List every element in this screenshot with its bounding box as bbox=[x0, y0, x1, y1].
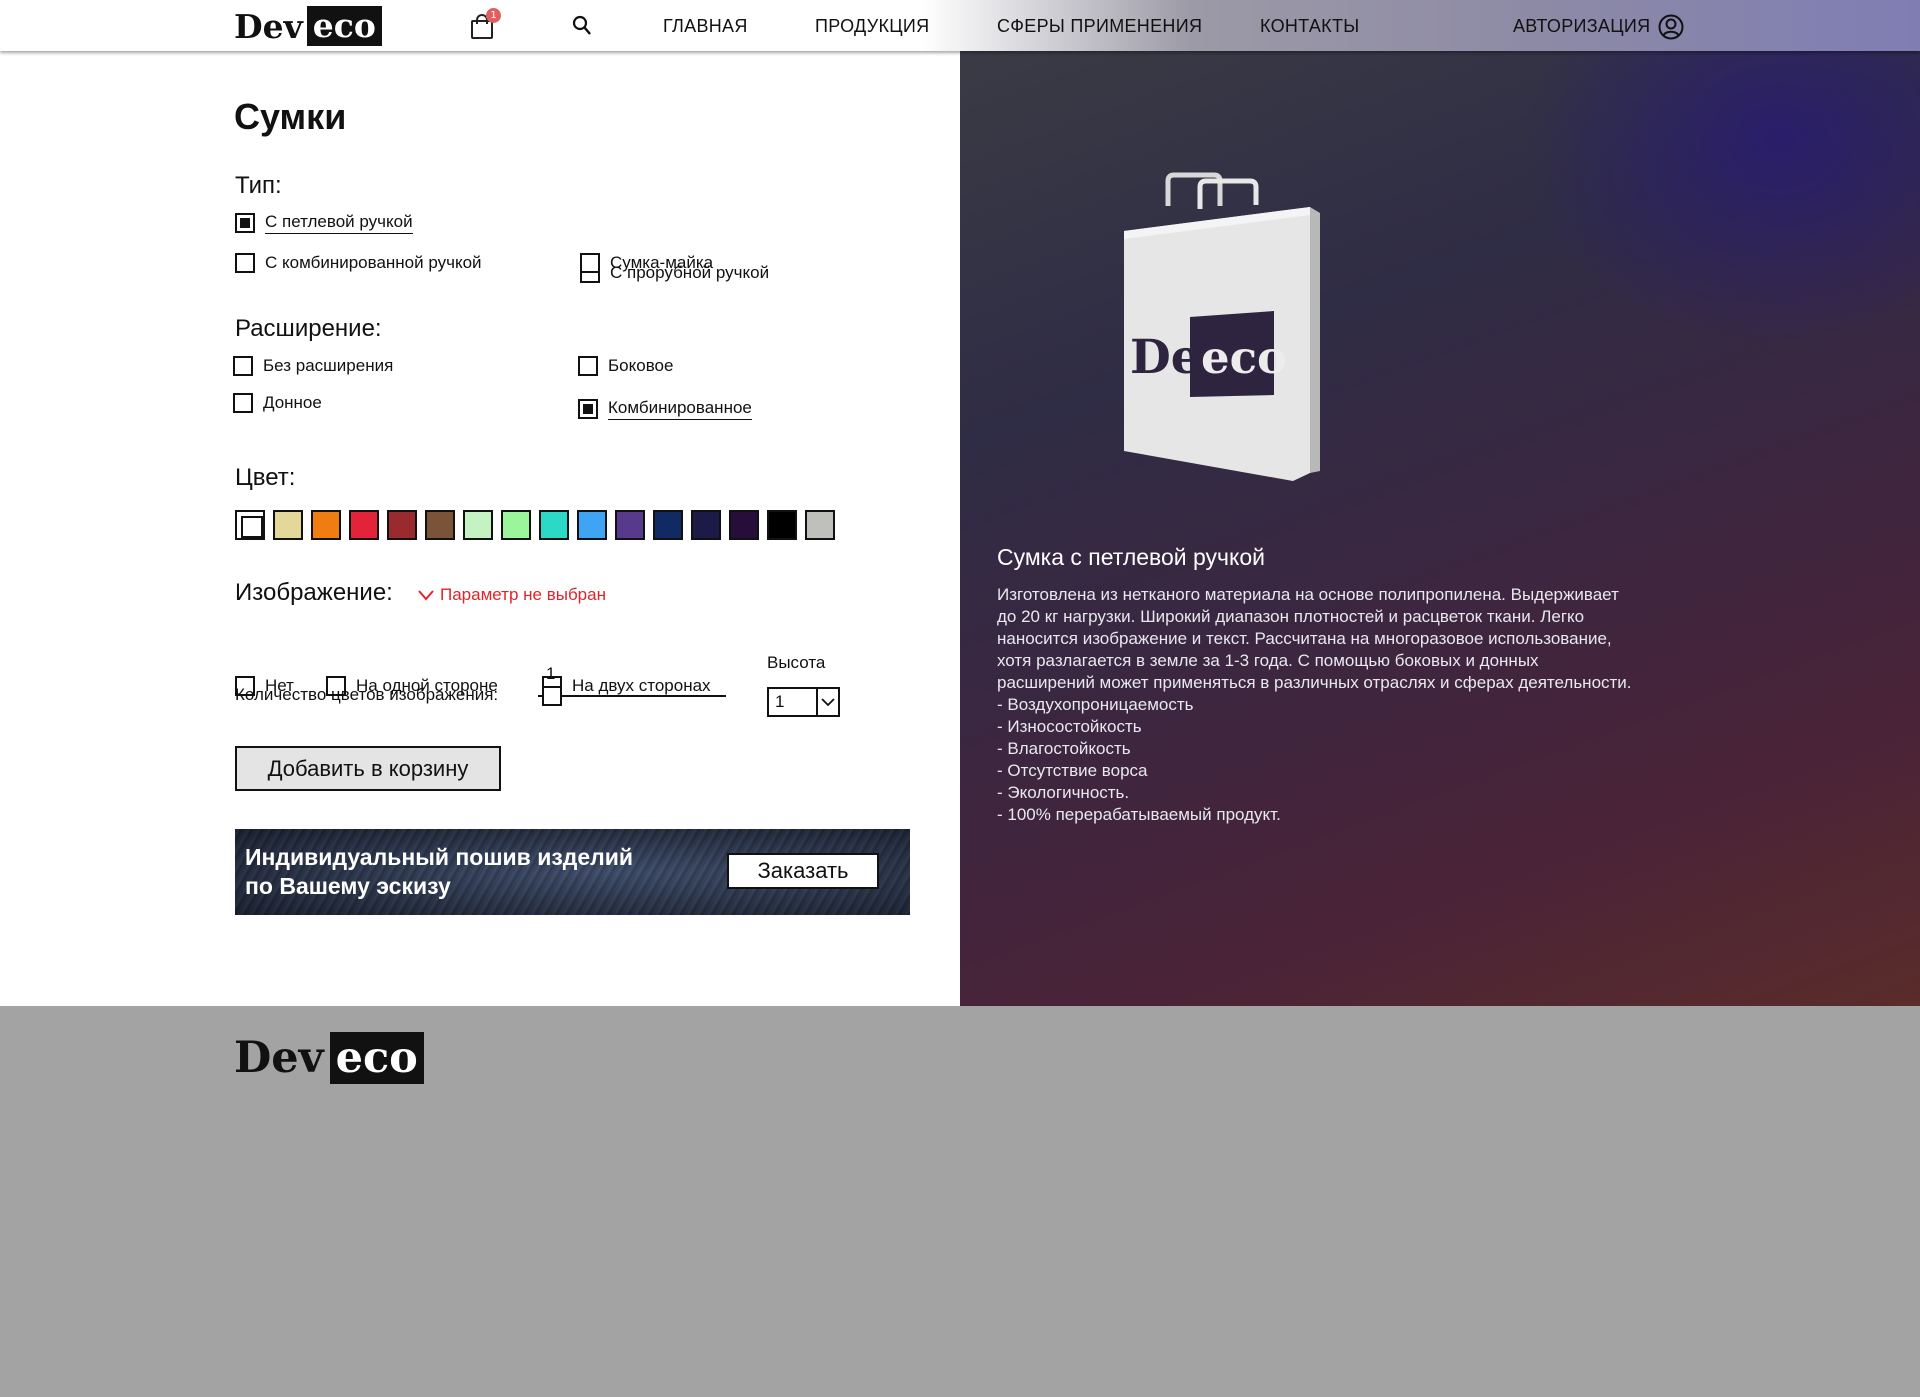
colors-count-slider-track[interactable] bbox=[538, 695, 726, 697]
expansion-option-none[interactable]: Без расширения bbox=[233, 356, 393, 376]
page-title: Сумки bbox=[234, 96, 347, 137]
color-swatch[interactable] bbox=[235, 510, 265, 540]
height-label: Высота bbox=[767, 653, 826, 672]
feature-item: - Отсутствие ворса bbox=[997, 761, 1148, 780]
feature-item: - Экологичность. bbox=[997, 783, 1130, 802]
color-swatch[interactable] bbox=[425, 510, 455, 540]
nav-home[interactable]: ГЛАВНАЯ bbox=[663, 16, 748, 37]
checkbox[interactable] bbox=[235, 213, 255, 233]
checkbox[interactable] bbox=[235, 253, 255, 273]
colors-count-label: Количество цветов изображения: bbox=[235, 685, 499, 704]
color-swatch[interactable] bbox=[615, 510, 645, 540]
checkbox[interactable] bbox=[578, 399, 598, 419]
color-swatch[interactable] bbox=[387, 510, 417, 540]
type-option-combined-handle[interactable]: С комбинированной ручкой bbox=[235, 253, 482, 273]
product-description: Изготовлена из нетканого материала на ос… bbox=[997, 584, 1637, 826]
add-to-cart-button[interactable]: Добавить в корзину bbox=[235, 746, 501, 791]
chevron-down-icon bbox=[418, 590, 434, 601]
type-option-loop-handle[interactable]: С петлевой ручкой bbox=[235, 212, 413, 234]
color-swatch[interactable] bbox=[539, 510, 569, 540]
logo-dev: Dev bbox=[234, 6, 303, 46]
bag-image: Dev eco bbox=[1124, 172, 1320, 481]
logo-dev: Dev bbox=[234, 1033, 324, 1083]
search-icon[interactable] bbox=[572, 15, 592, 37]
checkbox[interactable] bbox=[578, 356, 598, 376]
color-swatch[interactable] bbox=[273, 510, 303, 540]
expansion-label: Расширение: bbox=[235, 315, 382, 342]
expansion-option-bottom[interactable]: Донное bbox=[233, 393, 322, 413]
image-option-two-sides[interactable]: На двух сторонах bbox=[542, 676, 711, 696]
checkbox[interactable] bbox=[233, 393, 253, 413]
header: Dev eco 1 ГЛАВНАЯ ПРОДУКЦИЯ СФЕРЫ ПРИМЕН… bbox=[0, 0, 1920, 51]
cart-icon[interactable]: 1 bbox=[470, 8, 501, 40]
order-button[interactable]: Заказать bbox=[727, 853, 879, 889]
colors-count-value: 1 bbox=[546, 664, 556, 683]
feature-item: - 100% перерабатываемый продукт. bbox=[997, 805, 1281, 824]
logo[interactable]: Dev eco bbox=[234, 6, 382, 46]
color-swatch[interactable] bbox=[653, 510, 683, 540]
feature-item: - Воздухопроницаемость bbox=[997, 695, 1194, 714]
color-swatch[interactable] bbox=[805, 510, 835, 540]
height-select-value: 1 bbox=[769, 689, 818, 715]
color-swatch[interactable] bbox=[349, 510, 379, 540]
logo-eco: eco bbox=[306, 6, 382, 46]
banner-text: Индивидуальный пошив изделий по Вашему э… bbox=[245, 844, 634, 899]
image-warning: Параметр не выбран bbox=[418, 585, 606, 605]
footer-logo[interactable]: Dev eco bbox=[234, 1032, 424, 1084]
product-preview-panel: Dev eco Сумка с петлевой ручкой Изготовл… bbox=[960, 51, 1920, 1006]
feature-item: - Влагостойкость bbox=[997, 739, 1131, 758]
color-swatch[interactable] bbox=[729, 510, 759, 540]
product-config-panel: Сумки Тип: С петлевой ручкой С прорубной… bbox=[0, 51, 960, 1006]
expansion-option-combined[interactable]: Комбинированное bbox=[578, 398, 752, 420]
nav-contacts[interactable]: КОНТАКТЫ bbox=[1260, 16, 1360, 37]
custom-order-banner: Индивидуальный пошив изделий по Вашему э… bbox=[235, 829, 910, 915]
nav-auth[interactable]: АВТОРИЗАЦИЯ bbox=[1513, 16, 1650, 37]
height-select[interactable]: 1 bbox=[767, 687, 840, 717]
feature-item: - Износостойкость bbox=[997, 717, 1142, 736]
nav-products[interactable]: ПРОДУКЦИЯ bbox=[815, 16, 929, 37]
svg-text:eco: eco bbox=[1201, 331, 1287, 384]
colors-count-slider-thumb[interactable] bbox=[542, 686, 562, 706]
cart-count-badge: 1 bbox=[486, 8, 501, 23]
feature-list: - Воздухопроницаемость - Износостойкость… bbox=[997, 694, 1637, 826]
expansion-option-side[interactable]: Боковое bbox=[578, 356, 673, 376]
color-swatch[interactable] bbox=[311, 510, 341, 540]
color-swatch[interactable] bbox=[767, 510, 797, 540]
color-swatch[interactable] bbox=[463, 510, 493, 540]
type-option-t-shirt-bag[interactable]: Сумка-майка bbox=[580, 253, 713, 273]
color-label: Цвет: bbox=[235, 464, 296, 491]
user-icon[interactable] bbox=[1658, 14, 1684, 40]
image-label: Изображение: bbox=[235, 579, 393, 606]
color-swatch[interactable] bbox=[691, 510, 721, 540]
color-swatch[interactable] bbox=[501, 510, 531, 540]
product-title: Сумка с петлевой ручкой bbox=[997, 544, 1265, 570]
nav-applications[interactable]: СФЕРЫ ПРИМЕНЕНИЯ bbox=[997, 16, 1202, 37]
chevron-down-icon[interactable] bbox=[818, 689, 838, 715]
type-label: Тип: bbox=[235, 172, 282, 199]
checkbox[interactable] bbox=[233, 356, 253, 376]
logo-eco: eco bbox=[329, 1032, 424, 1084]
color-swatch[interactable] bbox=[577, 510, 607, 540]
checkbox[interactable] bbox=[580, 253, 600, 273]
